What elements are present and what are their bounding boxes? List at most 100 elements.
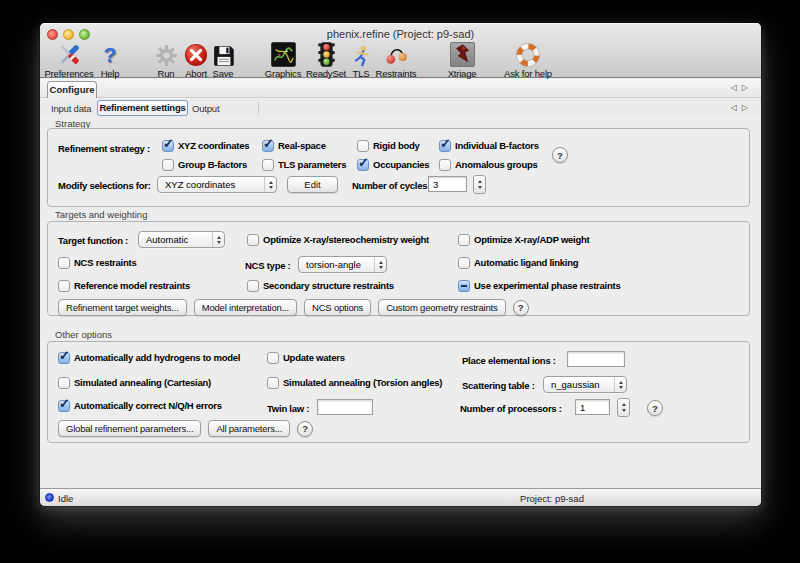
checkbox-ncs-restraints[interactable]: NCS restraints xyxy=(58,256,137,269)
checkbox-box xyxy=(262,140,274,152)
ncs-type-label: NCS type : xyxy=(245,260,291,271)
ncs-type-dropdown[interactable]: torsion-angle xyxy=(298,256,387,273)
tab-input-data[interactable]: Input data xyxy=(51,103,91,114)
checkbox-box xyxy=(458,257,470,269)
refinement-settings-panel: Strategy Refinement strategy : XYZ coord… xyxy=(40,117,761,488)
status-led-icon xyxy=(45,493,54,502)
checkbox-optimize-xray-adp[interactable]: Optimize X-ray/ADP weight xyxy=(458,233,590,246)
processors-stepper[interactable] xyxy=(617,398,630,417)
scattering-table-label: Scattering table : xyxy=(462,380,535,391)
checkbox-update-waters[interactable]: Update waters xyxy=(267,351,345,364)
tab-scroll-arrows[interactable]: ◁▷ xyxy=(731,83,753,92)
other-button-row: Global refinement parameters... All para… xyxy=(58,420,313,437)
help-icon: ? xyxy=(104,42,117,67)
phenix-refine-window: phenix.refine (Project: p9-sad) Preferen… xyxy=(40,23,761,506)
checkbox-box xyxy=(267,352,279,364)
checkbox-use-experimental-phase-restraints[interactable]: Use experimental phase restraints xyxy=(458,279,620,292)
dropdown-arrows-icon xyxy=(374,257,386,272)
number-of-cycles-field[interactable]: 3 xyxy=(428,176,467,192)
checkbox-automatic-ligand-linking[interactable]: Automatic ligand linking xyxy=(458,256,578,269)
checkbox-box xyxy=(162,159,174,171)
target-function-dropdown[interactable]: Automatic xyxy=(138,231,225,248)
checkbox-box xyxy=(58,400,70,412)
strategy-help-button[interactable]: ? xyxy=(552,147,568,163)
checkbox-box xyxy=(458,234,470,246)
checkbox-box xyxy=(357,140,369,152)
targets-button-row: Refinement target weights... Model inter… xyxy=(58,299,529,316)
number-of-processors-label: Number of processors : xyxy=(460,403,562,414)
checkbox-add-hydrogens[interactable]: Automatically add hydrogens to model xyxy=(58,351,240,364)
checkbox-box xyxy=(58,257,70,269)
place-elemental-ions-field[interactable] xyxy=(567,351,625,367)
checkbox-reference-model-restraints[interactable]: Reference model restraints xyxy=(58,279,190,292)
twin-law-label: Twin law : xyxy=(267,403,309,414)
checkbox-simulated-annealing-torsion[interactable]: Simulated annealing (Torsion angles) xyxy=(267,376,442,389)
global-refinement-parameters-button[interactable]: Global refinement parameters... xyxy=(58,420,201,437)
dropdown-arrows-icon xyxy=(614,377,626,392)
edit-button[interactable]: Edit xyxy=(287,176,338,193)
modify-selections-label: Modify selections for: xyxy=(58,180,151,191)
checkbox-correct-nqh-errors[interactable]: Automatically correct N/Q/H errors xyxy=(58,399,222,412)
tab-refinement-settings[interactable]: Refinement settings xyxy=(97,100,188,116)
checkbox-box xyxy=(458,280,470,292)
dropdown-arrows-icon xyxy=(264,177,276,192)
twin-law-field[interactable] xyxy=(317,399,373,415)
restraints-icon xyxy=(385,42,408,67)
tab-separator xyxy=(258,102,259,114)
lifebuoy-icon xyxy=(516,42,540,67)
checkbox-box xyxy=(439,159,451,171)
checkbox-optimize-xray-stereochemistry[interactable]: Optimize X-ray/stereochemistry weight xyxy=(247,233,429,246)
modify-selections-dropdown[interactable]: XYZ coordinates xyxy=(157,176,277,193)
checkbox-secondary-structure-restraints[interactable]: Secondary structure restraints xyxy=(247,279,394,292)
xtriage-icon xyxy=(450,42,475,67)
checkbox-rigid-body[interactable]: Rigid body xyxy=(357,139,420,152)
checkbox-group-b-factors[interactable]: Group B-factors xyxy=(162,158,247,171)
checkbox-individual-b-factors[interactable]: Individual B-factors xyxy=(439,139,539,152)
tab-scroll-arrows-2[interactable]: ◁▷ xyxy=(731,103,753,112)
model-interpretation-button[interactable]: Model interpretation... xyxy=(194,299,297,316)
checkbox-box xyxy=(439,140,451,152)
target-function-label: Target function : xyxy=(58,235,128,246)
checkbox-anomalous-groups[interactable]: Anomalous groups xyxy=(439,158,538,171)
checkbox-box xyxy=(58,352,70,364)
checkbox-box xyxy=(247,280,259,292)
ncs-options-button[interactable]: NCS options xyxy=(304,299,371,316)
processors-help-button[interactable]: ? xyxy=(647,400,663,416)
tab-output[interactable]: Output xyxy=(192,103,219,114)
all-parameters-button[interactable]: All parameters... xyxy=(208,420,290,437)
window-header: phenix.refine (Project: p9-sad) Preferen… xyxy=(40,23,761,78)
toolbar-ask-for-help[interactable]: Ask for help xyxy=(482,42,574,79)
notebook-tab-strip: Configure ◁▷ xyxy=(40,79,761,98)
checkbox-box xyxy=(357,159,369,171)
checkbox-real-space[interactable]: Real-space xyxy=(262,139,326,152)
checkbox-box xyxy=(162,140,174,152)
custom-geometry-restraints-button[interactable]: Custom geometry restraints xyxy=(378,299,505,316)
refinement-strategy-label: Refinement strategy : xyxy=(58,143,150,154)
checkbox-box xyxy=(262,159,274,171)
checkbox-box xyxy=(267,377,279,389)
number-of-cycles-label: Number of cycles : xyxy=(352,180,433,191)
status-bar: Idle Project: p9-sad xyxy=(40,488,761,506)
settings-tab-strip: Input data Refinement settings Output ◁▷ xyxy=(40,99,761,117)
status-text: Idle xyxy=(58,493,73,504)
checkbox-simulated-annealing-cartesian[interactable]: Simulated annealing (Cartesian) xyxy=(58,376,211,389)
tab-configure[interactable]: Configure xyxy=(47,81,97,98)
dropdown-arrows-icon xyxy=(212,232,224,247)
status-project: Project: p9-sad xyxy=(520,493,584,504)
targets-group-label: Targets and weighting xyxy=(55,210,147,220)
checkbox-box xyxy=(58,377,70,389)
targets-help-button[interactable]: ? xyxy=(513,300,529,316)
cycles-stepper[interactable] xyxy=(473,175,486,194)
checkbox-tls-parameters[interactable]: TLS parameters xyxy=(262,158,346,171)
other-help-button[interactable]: ? xyxy=(297,421,313,437)
other-options-group-label: Other options xyxy=(55,330,112,340)
scattering-table-dropdown[interactable]: n_gaussian xyxy=(543,376,627,393)
refinement-target-weights-button[interactable]: Refinement target weights... xyxy=(58,299,187,316)
checkbox-occupancies[interactable]: Occupancies xyxy=(357,158,429,171)
place-elemental-ions-label: Place elemental ions : xyxy=(462,355,556,366)
save-icon xyxy=(212,42,235,67)
checkbox-box xyxy=(58,280,70,292)
number-of-processors-field[interactable]: 1 xyxy=(575,399,610,415)
window-title: phenix.refine (Project: p9-sad) xyxy=(40,28,761,40)
checkbox-xyz-coordinates[interactable]: XYZ coordinates xyxy=(162,139,249,152)
